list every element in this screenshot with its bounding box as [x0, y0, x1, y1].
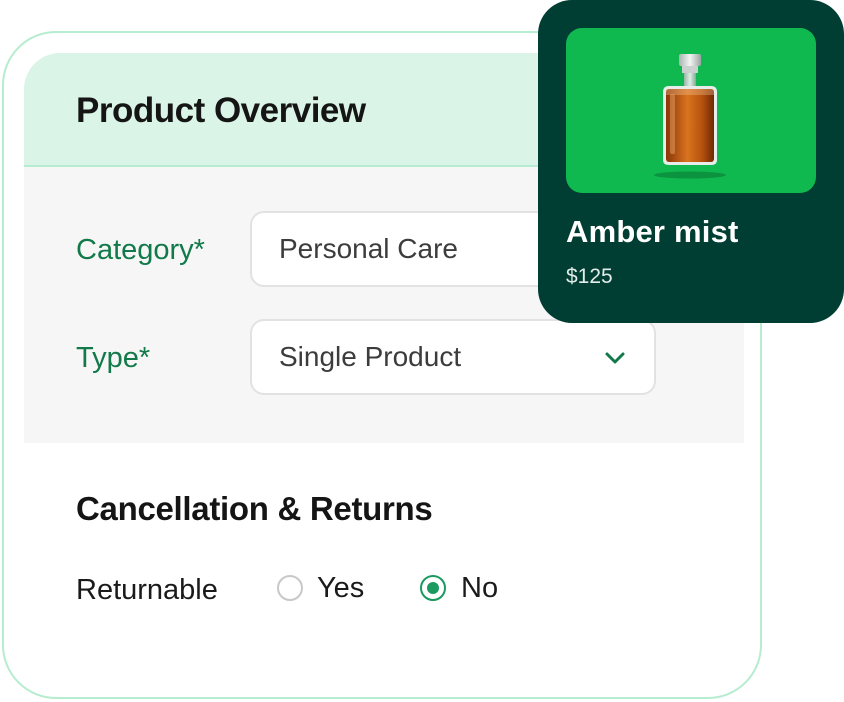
- chevron-down-icon[interactable]: [604, 347, 626, 369]
- returnable-no-label[interactable]: No: [461, 572, 498, 605]
- page-title: Product Overview: [76, 91, 366, 130]
- returnable-label: Returnable: [76, 574, 218, 606]
- type-value: Single Product: [279, 341, 462, 372]
- category-value: Personal Care: [279, 233, 458, 264]
- returnable-yes-label[interactable]: Yes: [317, 572, 364, 605]
- product-image: [566, 28, 816, 193]
- returnable-no-radio[interactable]: [420, 575, 446, 601]
- perfume-bottle-icon: [654, 54, 726, 179]
- radio-selected-dot: [427, 582, 439, 594]
- cancellation-returns-title: Cancellation & Returns: [76, 490, 433, 527]
- product-preview-card: Amber mist $125: [538, 0, 844, 323]
- category-label: Category*: [76, 234, 205, 266]
- type-select[interactable]: Single Product: [250, 319, 656, 395]
- product-price: $125: [566, 265, 613, 288]
- returnable-yes-radio[interactable]: [277, 575, 303, 601]
- product-name: Amber mist: [566, 214, 739, 249]
- type-label: Type*: [76, 342, 151, 374]
